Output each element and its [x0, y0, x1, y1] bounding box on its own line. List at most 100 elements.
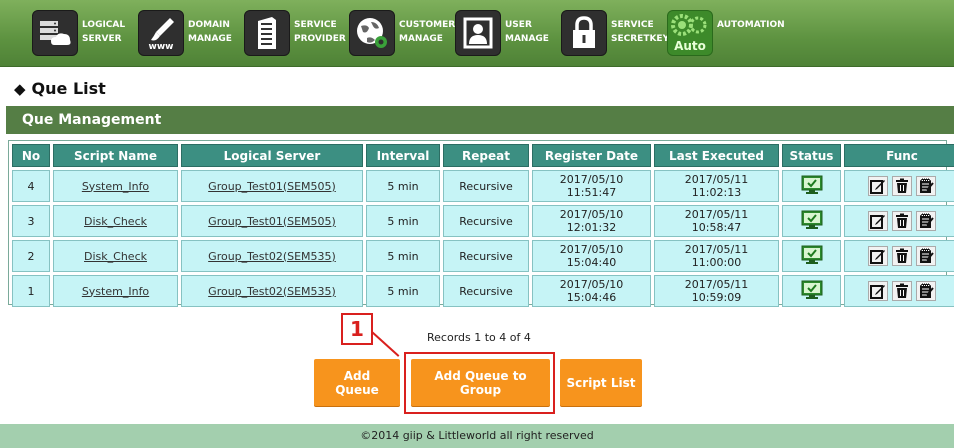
building-icon: [244, 10, 290, 56]
top-nav-bar: LOGICAL SERVER www DOMAIN MANAGE SERVICE…: [0, 0, 954, 67]
cell-repeat: Recursive: [443, 275, 529, 307]
logical-server-link[interactable]: Group_Test02(SEM535): [208, 285, 336, 298]
callout-connector: [371, 331, 400, 357]
register-time: 15:04:46: [566, 291, 617, 304]
script-name-link[interactable]: Disk_Check: [84, 215, 147, 228]
nav-label: SERVICE PROVIDER: [294, 20, 346, 44]
trash-icon[interactable]: [892, 246, 912, 266]
cell-interval: 5 min: [366, 170, 440, 202]
nav-customer-manage[interactable]: CUSTOMER MANAGE: [349, 10, 455, 56]
notepad-icon[interactable]: [916, 211, 936, 231]
logical-server-link[interactable]: Group_Test01(SEM505): [208, 180, 336, 193]
queue-table: No Script Name Logical Server Interval R…: [8, 140, 954, 307]
executed-time: 10:58:47: [691, 221, 742, 234]
footer-copyright: ©2014 giip & Littleworld all right reser…: [0, 424, 954, 448]
register-date: 2017/05/10: [559, 278, 624, 291]
cell-func: [844, 170, 954, 202]
nav-automation[interactable]: Auto AUTOMATION: [667, 10, 785, 56]
executed-time: 11:02:13: [691, 186, 742, 199]
nav-user-manage[interactable]: USER MANAGE: [455, 10, 549, 56]
table-row: 3 Disk_Check Group_Test01(SEM505) 5 min …: [12, 205, 954, 237]
trash-icon[interactable]: [892, 211, 912, 231]
notepad-icon[interactable]: [916, 281, 936, 301]
notepad-icon[interactable]: [916, 246, 936, 266]
callout-number: 1: [341, 313, 373, 345]
edit-icon[interactable]: [868, 246, 888, 266]
nav-label: CUSTOMER MANAGE: [399, 20, 456, 44]
nav-label: LOGICAL SERVER: [82, 20, 126, 44]
col-header-script-name[interactable]: Script Name: [53, 144, 178, 167]
cell-script-name: Disk_Check: [53, 205, 178, 237]
register-date: 2017/05/10: [559, 173, 624, 186]
callout-highlight-box: [404, 352, 555, 414]
table-row: 4 System_Info Group_Test01(SEM505) 5 min…: [12, 170, 954, 202]
col-header-last-executed[interactable]: Last Executed: [654, 144, 779, 167]
trash-icon[interactable]: [892, 281, 912, 301]
cell-interval: 5 min: [366, 240, 440, 272]
nav-logical-server[interactable]: LOGICAL SERVER: [32, 10, 125, 56]
cell-last-executed: 2017/05/11 10:59:09: [654, 275, 779, 307]
edit-icon[interactable]: [868, 176, 888, 196]
cell-no: 3: [12, 205, 50, 237]
cell-register-date: 2017/05/10 15:04:40: [532, 240, 651, 272]
logical-server-link[interactable]: Group_Test02(SEM535): [208, 250, 336, 263]
section-header: Que Management: [6, 106, 954, 134]
add-queue-button[interactable]: Add Queue: [314, 359, 400, 406]
executed-date: 2017/05/11: [684, 208, 749, 221]
cell-logical-server: Group_Test01(SEM505): [181, 205, 363, 237]
monitor-check-icon[interactable]: [801, 210, 823, 233]
monitor-check-icon[interactable]: [801, 280, 823, 303]
www-brush-icon: www: [138, 10, 184, 56]
script-list-button[interactable]: Script List: [560, 359, 642, 406]
col-header-func[interactable]: Func: [844, 144, 954, 167]
nav-domain-manage[interactable]: www DOMAIN MANAGE: [138, 10, 232, 56]
cell-repeat: Recursive: [443, 240, 529, 272]
monitor-check-icon[interactable]: [801, 245, 823, 268]
edit-icon[interactable]: [868, 281, 888, 301]
cell-status: [782, 170, 841, 202]
script-name-link[interactable]: System_Info: [82, 180, 149, 193]
globe-gear-icon: [349, 10, 395, 56]
col-header-repeat[interactable]: Repeat: [443, 144, 529, 167]
cell-repeat: Recursive: [443, 205, 529, 237]
table-row: 1 System_Info Group_Test02(SEM535) 5 min…: [12, 275, 954, 307]
col-header-interval[interactable]: Interval: [366, 144, 440, 167]
table-header-row: No Script Name Logical Server Interval R…: [12, 144, 954, 167]
cell-repeat: Recursive: [443, 170, 529, 202]
cell-status: [782, 275, 841, 307]
cell-script-name: System_Info: [53, 275, 178, 307]
col-header-no[interactable]: No: [12, 144, 50, 167]
edit-icon[interactable]: [868, 211, 888, 231]
script-name-link[interactable]: System_Info: [82, 285, 149, 298]
col-header-register-date[interactable]: Register Date: [532, 144, 651, 167]
col-header-status[interactable]: Status: [782, 144, 841, 167]
trash-icon[interactable]: [892, 176, 912, 196]
notepad-icon[interactable]: [916, 176, 936, 196]
cell-script-name: Disk_Check: [53, 240, 178, 272]
padlock-icon: [561, 10, 607, 56]
register-time: 12:01:32: [566, 221, 617, 234]
script-name-link[interactable]: Disk_Check: [84, 250, 147, 263]
records-count: Records 1 to 4 of 4: [427, 331, 531, 344]
cell-func: [844, 240, 954, 272]
monitor-check-icon[interactable]: [801, 175, 823, 198]
logical-server-link[interactable]: Group_Test01(SEM505): [208, 215, 336, 228]
cell-logical-server: Group_Test02(SEM535): [181, 240, 363, 272]
nav-label: AUTOMATION: [717, 20, 785, 30]
register-date: 2017/05/10: [559, 208, 624, 221]
svg-text:www: www: [149, 42, 174, 52]
nav-label: DOMAIN MANAGE: [188, 20, 232, 44]
auto-gears-icon: Auto: [667, 10, 713, 56]
nav-service-provider[interactable]: SERVICE PROVIDER: [244, 10, 346, 56]
cell-last-executed: 2017/05/11 11:00:00: [654, 240, 779, 272]
cell-no: 2: [12, 240, 50, 272]
register-time: 11:51:47: [566, 186, 617, 199]
page-title-text: Que List: [31, 79, 106, 98]
cell-func: [844, 205, 954, 237]
cell-no: 1: [12, 275, 50, 307]
nav-service-secretkey[interactable]: SERVICE SECRETKEY: [561, 10, 669, 56]
cell-logical-server: Group_Test01(SEM505): [181, 170, 363, 202]
cell-no: 4: [12, 170, 50, 202]
cell-status: [782, 240, 841, 272]
col-header-logical-server[interactable]: Logical Server: [181, 144, 363, 167]
